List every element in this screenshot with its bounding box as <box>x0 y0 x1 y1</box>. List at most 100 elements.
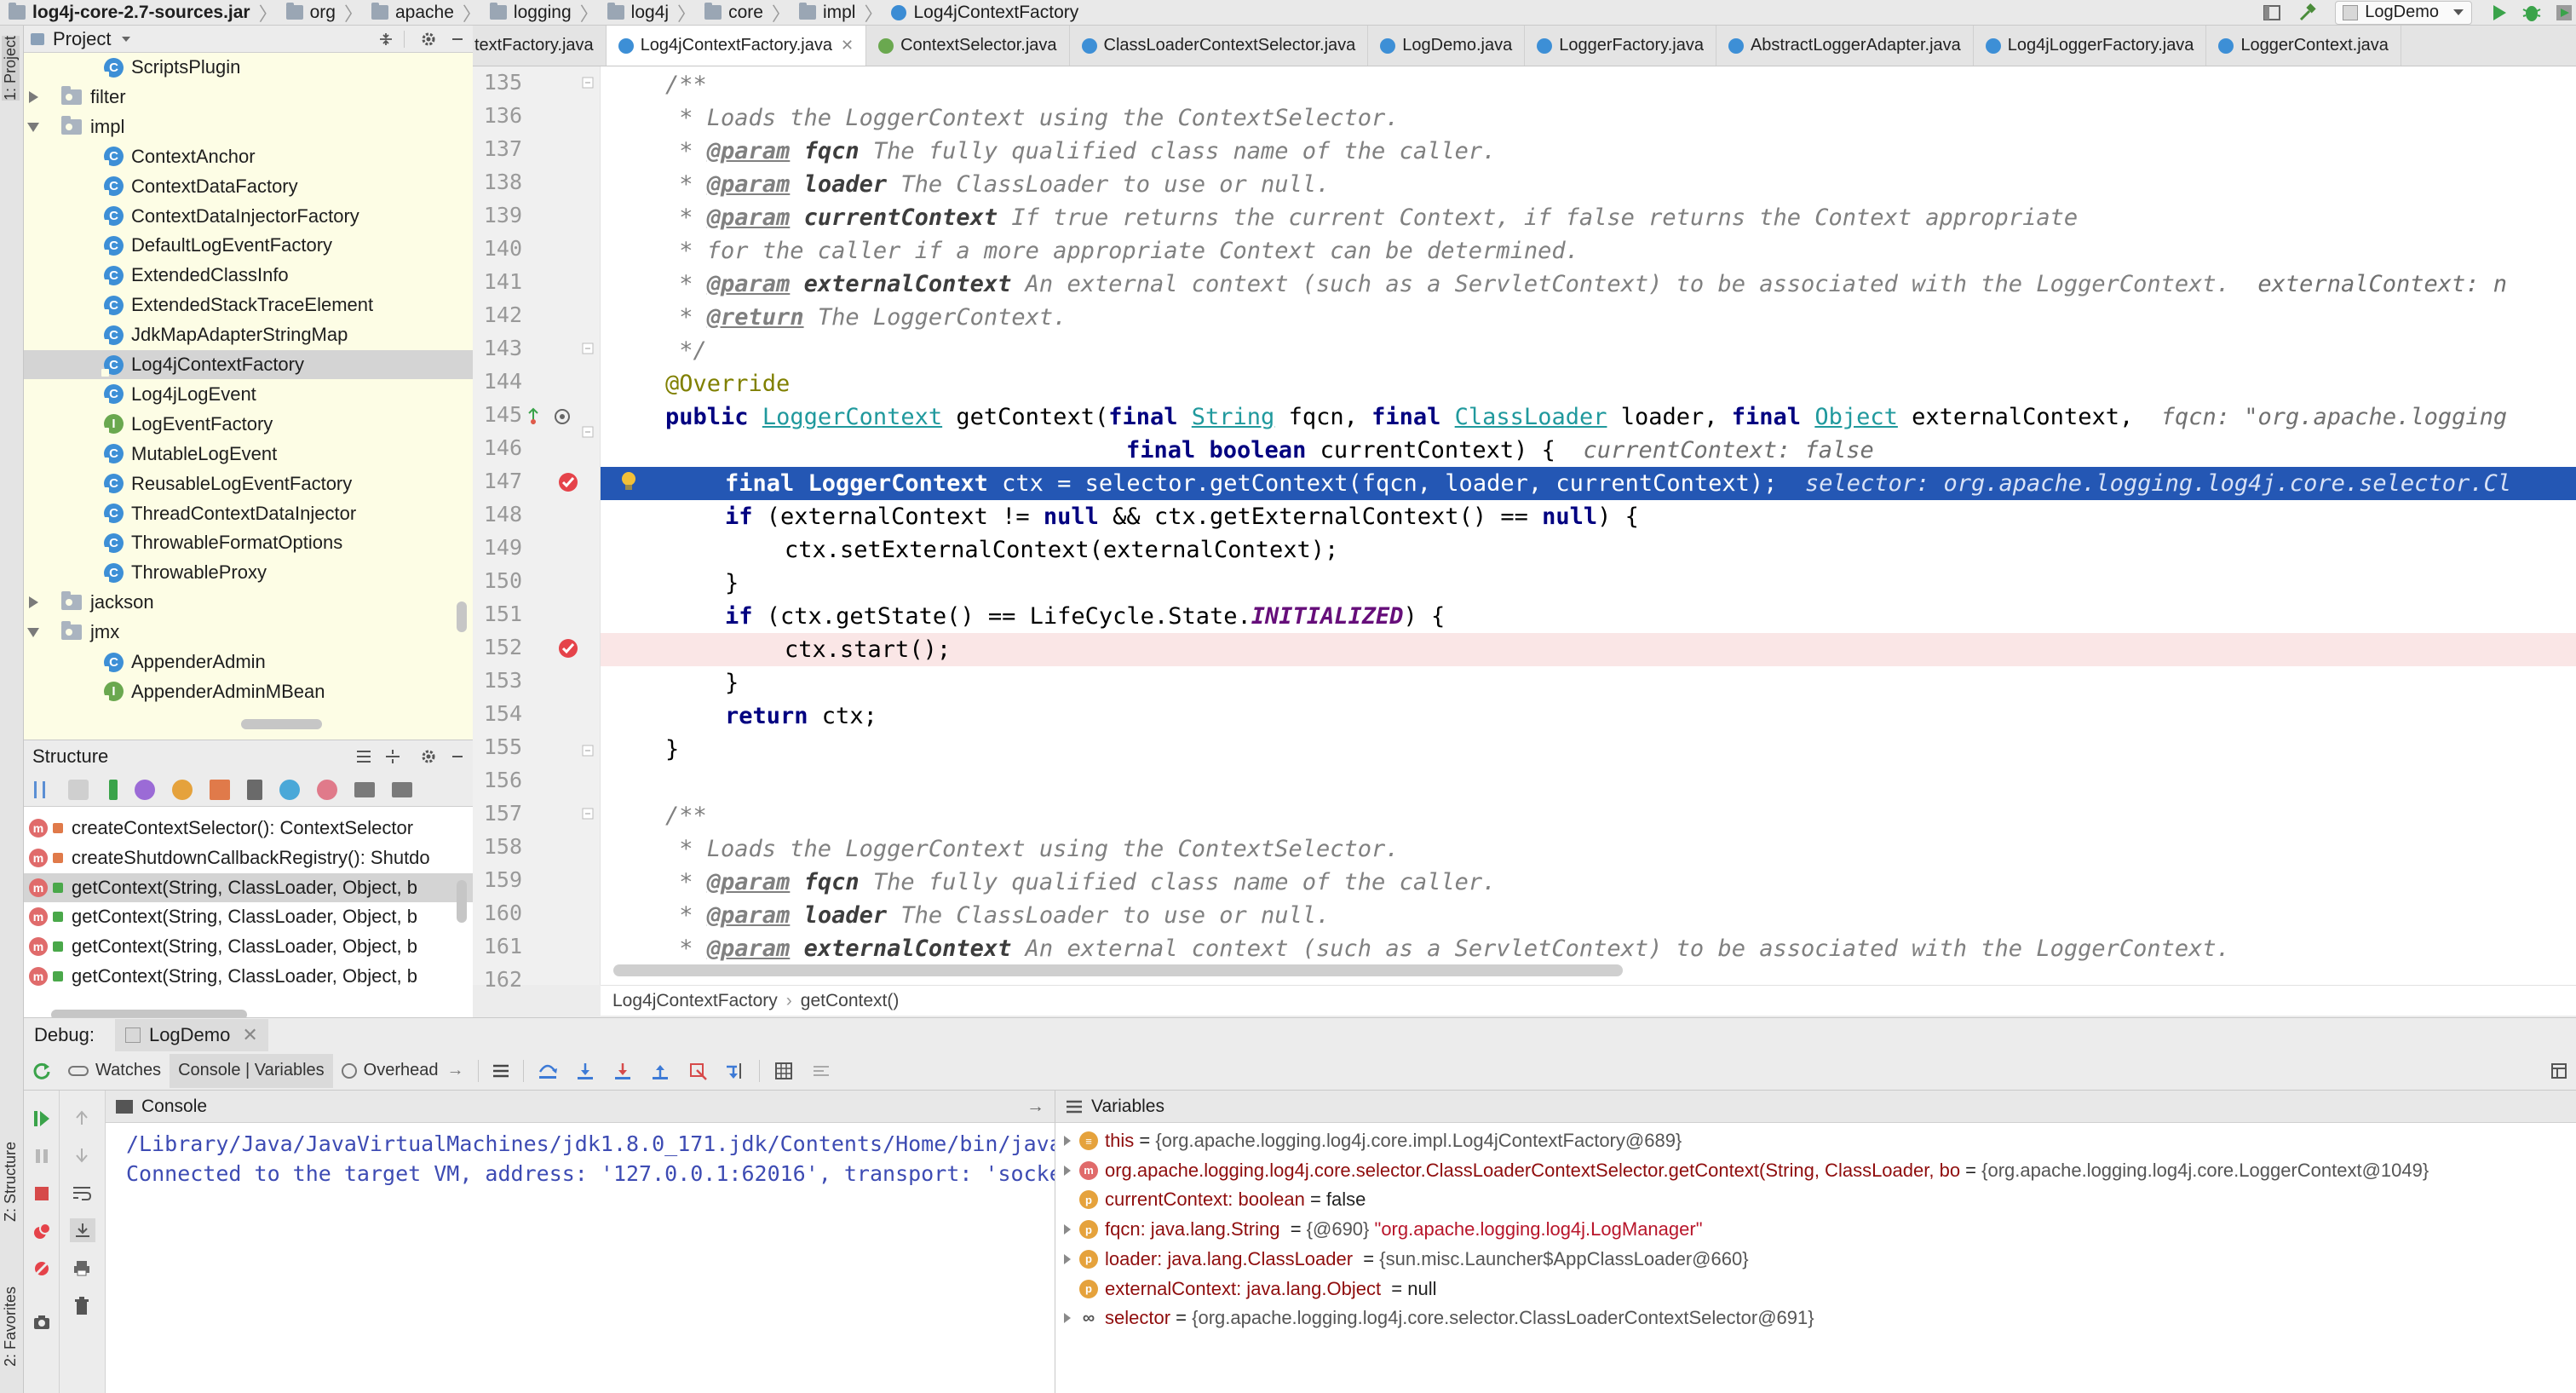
tree-item[interactable]: C JdkMapAdapterStringMap <box>24 320 473 349</box>
tree-item[interactable]: C ThrowableFormatOptions <box>24 528 473 557</box>
fold-icon[interactable] <box>582 426 594 438</box>
nav-crumb-impl[interactable]: impl 〉 <box>791 0 883 26</box>
lambda-icon[interactable] <box>317 779 337 800</box>
menu-lines-icon[interactable] <box>484 1063 518 1079</box>
intention-bulb-icon[interactable] <box>619 470 638 492</box>
tree-item[interactable]: C ContextAnchor <box>24 142 473 171</box>
tree-item[interactable]: I LogEventFactory <box>24 410 473 439</box>
drop-frame-icon[interactable] <box>679 1062 716 1080</box>
structure-member[interactable]: m getContext(String, ClassLoader, Object,… <box>24 902 473 931</box>
structure-member[interactable]: m createContextSelector(): ContextSelecto… <box>24 814 473 843</box>
view-breakpoints-icon[interactable] <box>32 1222 51 1240</box>
variable-row[interactable]: p fqcn: java.lang.String = {@690} "org.ap… <box>1055 1215 1703 1244</box>
debug-bug-icon[interactable] <box>2520 1 2544 25</box>
editor-tab[interactable]: Log4jContextFactory.java ✕ <box>606 26 867 66</box>
chevron-down-icon[interactable] <box>27 628 39 638</box>
structure-vertical-scrollbar[interactable] <box>457 880 467 923</box>
editor-tab[interactable]: AbstractLoggerAdapter.java <box>1716 26 1974 66</box>
run-to-cursor-icon[interactable] <box>716 1062 754 1080</box>
chevron-right-icon[interactable] <box>1055 1253 1079 1265</box>
breakpoint-icon[interactable] <box>556 636 580 660</box>
pin-arrow-icon[interactable]: → <box>1026 1097 1044 1117</box>
chevron-right-icon[interactable] <box>29 596 38 609</box>
hide-panel-icon[interactable] <box>452 37 463 40</box>
chevron-down-icon[interactable] <box>27 122 39 132</box>
tree-item[interactable]: C AppenderAdmin <box>24 648 473 676</box>
autoscroll-to-source-icon[interactable] <box>354 781 375 797</box>
favorites-tool-tab[interactable]: 2: Favorites <box>2 1287 20 1367</box>
gear-icon[interactable] <box>420 31 437 48</box>
collapse-all-icon[interactable] <box>378 32 394 47</box>
gear-icon[interactable] <box>420 748 437 765</box>
show-non-public-icon[interactable] <box>210 779 230 800</box>
editor-crumb-class[interactable]: Log4jContextFactory <box>612 991 778 1011</box>
editor-tab[interactable]: LogDemo.java <box>1368 26 1526 66</box>
mute-breakpoints-icon[interactable] <box>32 1259 51 1278</box>
fold-icon[interactable] <box>582 745 594 757</box>
chevron-right-icon[interactable] <box>1055 1312 1079 1324</box>
tree-item[interactable]: C ExtendedStackTraceElement <box>24 291 473 319</box>
show-properties-icon[interactable] <box>135 779 155 800</box>
editor-tab[interactable]: ContextSelector.java <box>866 26 1070 66</box>
chevron-right-icon[interactable] <box>1055 1135 1079 1147</box>
tree-vertical-scrollbar[interactable] <box>457 602 467 632</box>
up-arrow-icon[interactable] <box>73 1109 90 1126</box>
watches-tab[interactable]: Watches <box>60 1054 170 1088</box>
implements-method-icon[interactable] <box>526 407 541 426</box>
tree-item[interactable]: C DefaultLogEventFactory <box>24 231 473 260</box>
editor-crumb-method[interactable]: getContext() <box>801 991 900 1011</box>
variable-row[interactable]: p currentContext: boolean = false <box>1055 1185 1366 1214</box>
nav-crumb-logging[interactable]: logging 〉 <box>481 0 599 26</box>
tree-item[interactable]: C ExtendedClassInfo <box>24 261 473 290</box>
rerun-icon[interactable] <box>24 1062 60 1080</box>
close-icon[interactable]: ✕ <box>242 1024 257 1046</box>
tree-horizontal-scrollbar[interactable] <box>241 719 322 729</box>
tree-item[interactable]: C ThreadContextDataInjector <box>24 499 473 528</box>
restore-layout-icon[interactable] <box>2542 1062 2576 1079</box>
chevron-right-icon[interactable] <box>1055 1165 1079 1177</box>
soft-wrap-icon[interactable] <box>72 1184 92 1201</box>
structure-member[interactable]: m getContext(String, ClassLoader, Object,… <box>24 872 473 902</box>
show-lambdas-icon[interactable] <box>247 779 262 800</box>
nav-crumb-class[interactable]: Log4jContextFactory <box>883 3 1078 23</box>
print-icon[interactable] <box>73 1259 90 1276</box>
variable-row[interactable]: ∞ selector = {org.apache.logging.log4j.co… <box>1055 1304 1814 1333</box>
show-inherited-icon[interactable] <box>109 779 118 800</box>
step-into-icon[interactable] <box>566 1062 604 1080</box>
debug-session-tab[interactable]: LogDemo ✕ <box>114 1018 268 1051</box>
tree-item[interactable]: impl <box>24 112 473 141</box>
editor-tab[interactable]: Log4jLoggerFactory.java <box>1974 26 2207 66</box>
tree-item[interactable]: C ContextDataFactory <box>24 172 473 201</box>
tree-item[interactable]: C ContextDataInjectorFactory <box>24 202 473 231</box>
editor-tab[interactable]: ClassLoaderContextSelector.java <box>1070 26 1369 66</box>
variable-row[interactable]: m org.apache.logging.log4j.core.selector.… <box>1055 1156 2429 1185</box>
chevron-right-icon[interactable] <box>1055 1223 1079 1235</box>
fold-icon[interactable] <box>582 342 594 354</box>
console-variables-tab[interactable]: Console | Variables <box>170 1053 333 1088</box>
tree-item[interactable]: C Log4jContextFactory <box>24 350 473 379</box>
tree-item[interactable]: I AppenderAdminMBean <box>24 677 473 706</box>
close-icon[interactable]: ✕ <box>841 37 854 55</box>
pause-program-icon[interactable] <box>32 1147 51 1166</box>
collapse-all-icon[interactable] <box>384 748 401 765</box>
variable-row[interactable]: p externalContext: java.lang.Object = nul… <box>1055 1275 1437 1304</box>
project-view-select[interactable]: Project <box>53 28 111 50</box>
editor-tab[interactable]: LoggerFactory.java <box>1525 26 1716 66</box>
code-editor[interactable]: /** * Loads the LoggerContext using the … <box>601 66 2576 985</box>
run-icon[interactable] <box>2487 1 2511 25</box>
hide-panel-icon[interactable] <box>452 756 463 757</box>
layout-icon[interactable] <box>2260 1 2284 25</box>
fold-icon[interactable] <box>582 808 594 820</box>
fold-icon[interactable] <box>582 77 594 89</box>
tree-item[interactable]: C ThrowableProxy <box>24 558 473 587</box>
override-marker-icon[interactable] <box>553 407 572 426</box>
tree-item[interactable]: C Log4jLogEvent <box>24 380 473 409</box>
editor-tab[interactable]: textFactory.java <box>473 26 607 66</box>
step-out-icon[interactable] <box>641 1062 679 1080</box>
structure-member[interactable]: m createShutdownCallbackRegistry(): Shutd… <box>24 843 473 872</box>
autoscroll-from-source-icon[interactable] <box>392 781 412 797</box>
variable-row[interactable]: p loader: java.lang.ClassLoader = {sun.mi… <box>1055 1245 1749 1274</box>
tree-item[interactable]: filter <box>24 83 473 112</box>
run-config-select[interactable]: LogDemo <box>2335 0 2472 25</box>
trash-icon[interactable] <box>73 1297 90 1315</box>
